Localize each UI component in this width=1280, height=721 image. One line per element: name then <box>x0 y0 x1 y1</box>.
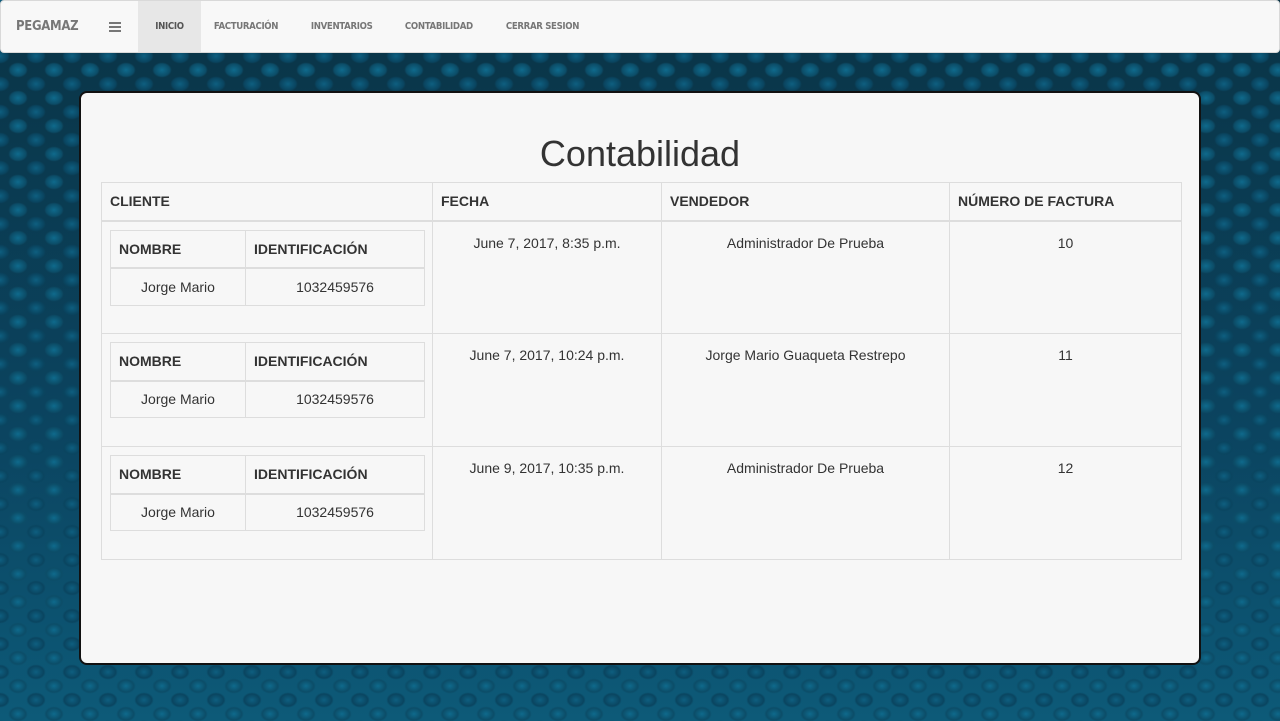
client-identificacion: 1032459576 <box>245 267 425 306</box>
table-header-row: CLIENTE FECHA VENDEDOR NÚMERO DE FACTURA <box>101 182 1182 222</box>
header-fecha: FECHA <box>432 182 662 222</box>
brand-logo[interactable]: PEGAMAZ <box>1 1 92 52</box>
vendedor-cell: Administrador De Prueba <box>661 446 950 560</box>
nav-item-contabilidad[interactable]: CONTABILIDAD <box>392 1 486 52</box>
client-header-nombre: NOMBRE <box>110 455 246 495</box>
nav-item-facturacion[interactable]: FACTURACIÓN <box>201 1 291 52</box>
factura-cell: 11 <box>949 333 1182 447</box>
fecha-cell: June 9, 2017, 10:35 p.m. <box>432 446 662 560</box>
nav-item-cerrar-sesion[interactable]: CERRAR SESION <box>493 1 592 52</box>
menu-toggle-button[interactable] <box>92 1 138 52</box>
client-table: NOMBRE IDENTIFICACIÓN Jorge Mario 103245… <box>110 455 425 531</box>
nav-item-inicio[interactable]: INICIO <box>138 1 202 52</box>
header-numero-factura: NÚMERO DE FACTURA <box>949 182 1182 222</box>
client-header-identificacion: IDENTIFICACIÓN <box>245 342 425 382</box>
navbar: PEGAMAZ INICIO FACTURACIÓN INVENTARIOS C… <box>0 0 1280 53</box>
table-row: NOMBRE IDENTIFICACIÓN Jorge Mario 103245… <box>101 333 1182 447</box>
client-nombre: Jorge Mario <box>110 267 246 306</box>
client-identificacion: 1032459576 <box>245 380 425 418</box>
fecha-cell: June 7, 2017, 8:35 p.m. <box>432 220 662 334</box>
page-title: Contabilidad <box>539 133 741 174</box>
client-cell: NOMBRE IDENTIFICACIÓN Jorge Mario 103245… <box>101 446 433 560</box>
invoices-table: CLIENTE FECHA VENDEDOR NÚMERO DE FACTURA… <box>101 182 1182 560</box>
client-header-identificacion: IDENTIFICACIÓN <box>245 455 425 495</box>
client-table: NOMBRE IDENTIFICACIÓN Jorge Mario 103245… <box>110 229 425 306</box>
content-card: Contabilidad CLIENTE FECHA VENDEDOR NÚME… <box>79 91 1201 665</box>
table-row: NOMBRE IDENTIFICACIÓN Jorge Mario 103245… <box>101 446 1182 560</box>
client-header-identificacion: IDENTIFICACIÓN <box>245 229 425 269</box>
table-row: NOMBRE IDENTIFICACIÓN Jorge Mario 103245… <box>101 220 1182 334</box>
client-header-nombre: NOMBRE <box>110 229 246 269</box>
client-identificacion: 1032459576 <box>245 493 425 531</box>
fecha-cell: June 7, 2017, 10:24 p.m. <box>432 333 662 447</box>
nav-item-inventarios[interactable]: INVENTARIOS <box>298 1 385 52</box>
client-cell: NOMBRE IDENTIFICACIÓN Jorge Mario 103245… <box>101 333 433 447</box>
header-vendedor: VENDEDOR <box>661 182 950 222</box>
factura-cell: 12 <box>949 446 1182 560</box>
client-nombre: Jorge Mario <box>110 493 246 531</box>
client-header-nombre: NOMBRE <box>110 342 246 382</box>
factura-cell: 10 <box>949 220 1182 334</box>
client-cell: NOMBRE IDENTIFICACIÓN Jorge Mario 103245… <box>101 220 433 334</box>
header-cliente: CLIENTE <box>101 182 433 222</box>
hamburger-icon <box>109 20 122 34</box>
vendedor-cell: Administrador De Prueba <box>661 220 950 334</box>
client-table: NOMBRE IDENTIFICACIÓN Jorge Mario 103245… <box>110 342 425 418</box>
vendedor-cell: Jorge Mario Guaqueta Restrepo <box>661 333 950 447</box>
client-nombre: Jorge Mario <box>110 380 246 418</box>
